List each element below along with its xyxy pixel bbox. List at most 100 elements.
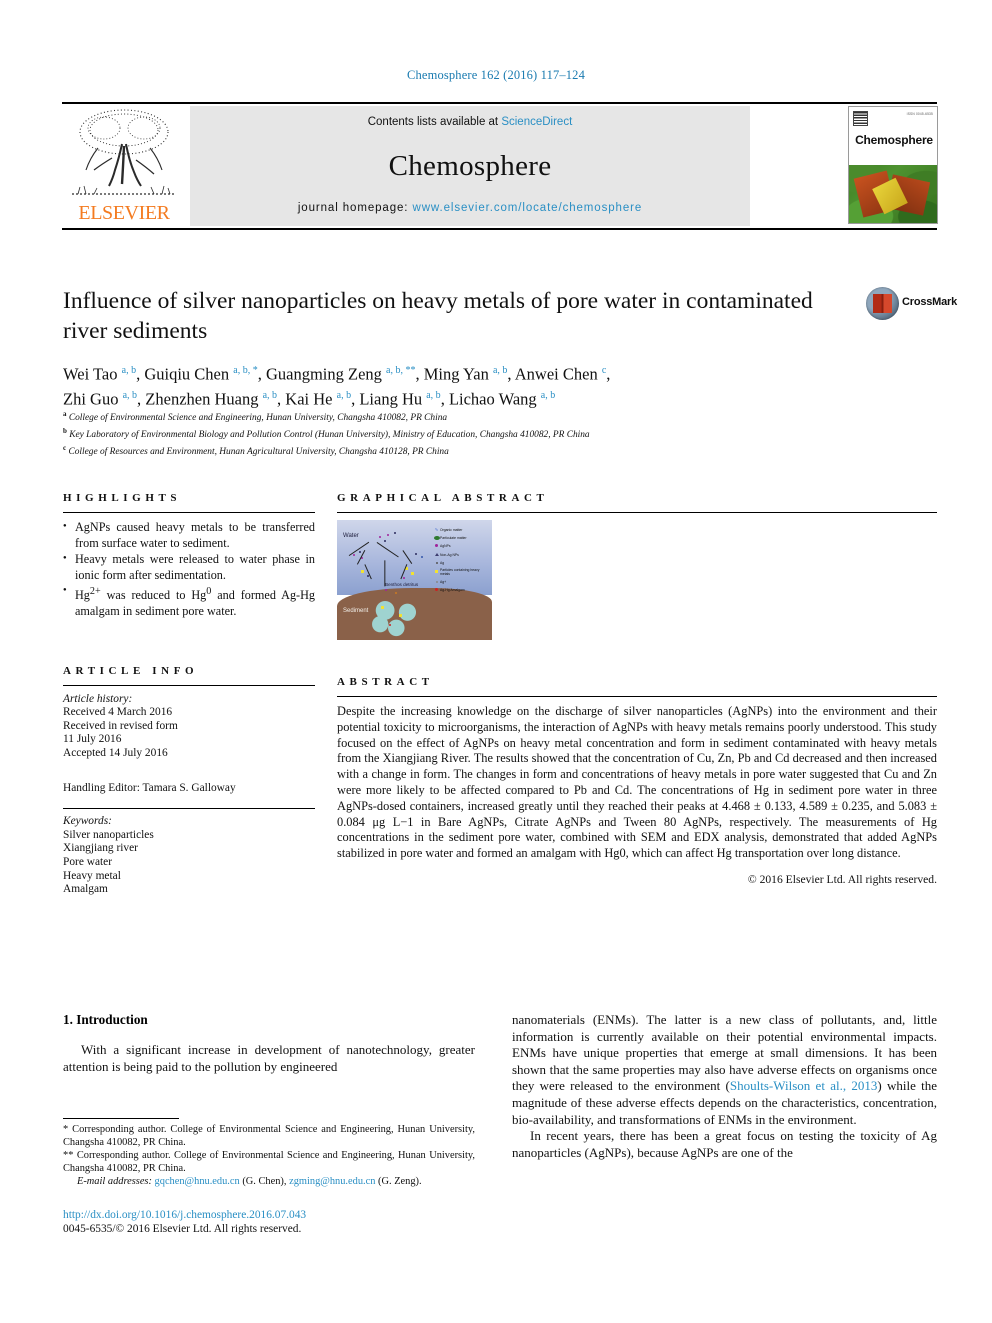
issn-copyright: 0045-6535/© 2016 Elsevier Ltd. All right… (63, 1223, 302, 1235)
affiliation-text-a: College of Environmental Science and Eng… (68, 413, 448, 424)
intro-paragraph-right-1: nanomaterials (ENMs). The latter is a ne… (512, 1012, 937, 1128)
handling-editor: Handling Editor: Tamara S. Galloway (63, 781, 236, 794)
journal-homepage-line: journal homepage: www.elsevier.com/locat… (190, 202, 750, 214)
hl3-pre: Hg (75, 588, 90, 603)
body-column-right: nanomaterials (ENMs). The latter is a ne… (512, 1012, 937, 1161)
article-history-revised-date: 11 July 2016 (63, 733, 122, 746)
footnote-corresponding-1: * Corresponding author. College of Envir… (63, 1124, 475, 1149)
keyword-item: Amalgam (63, 883, 108, 896)
intro-paragraph-left: With a significant increase in developme… (63, 1042, 475, 1074)
footnote-corresponding-2: ** Corresponding author. College of Envi… (63, 1150, 475, 1175)
footnote-block: * Corresponding author. College of Envir… (63, 1118, 475, 1190)
ga-legend-row: Ag (433, 559, 489, 567)
ga-legend: ∿ Organic matter Particulate matter AgNPs… (433, 526, 489, 592)
email-link-1[interactable]: gqchen@hnu.edu.cn (155, 1176, 240, 1187)
affiliation-list: a College of Environmental Science and E… (63, 408, 863, 459)
affiliation-text-b: Key Laboratory of Environmental Biology … (69, 430, 590, 441)
ga-label-water: Water (343, 533, 359, 539)
cover-journal-title: Chemosphere (855, 133, 933, 147)
homepage-url-link[interactable]: www.elsevier.com/locate/chemosphere (413, 202, 643, 214)
running-head: Chemosphere 162 (2016) 117–124 (407, 68, 585, 82)
footnote-text-2: Corresponding author. College of Environ… (63, 1150, 475, 1174)
crossmark-badge[interactable]: CrossMark (866, 287, 957, 321)
intro-paragraph-right-2: In recent years, there has been a great … (512, 1128, 937, 1160)
ga-arrow (384, 560, 386, 587)
article-info-heading: ARTICLE INFO (63, 664, 199, 677)
journal-cover-thumbnail: ISSN 0045-6535 Chemosphere (848, 106, 938, 224)
list-item: Heavy metals were released to water phas… (63, 551, 315, 583)
keyword-item: Silver nanoparticles (63, 828, 154, 841)
keywords-label: Keywords: (63, 815, 112, 828)
cover-photo (849, 165, 937, 223)
ga-legend-ag-icon (433, 561, 440, 565)
hl3-sup1: 2+ (89, 586, 101, 598)
title-block: Influence of silver nanoparticles on hea… (63, 286, 853, 409)
affiliation-marker-a: a (63, 410, 67, 418)
footnote-text-1: Corresponding author. College of Environ… (63, 1124, 475, 1148)
crossmark-label: CrossMark (902, 296, 958, 308)
ga-label-benthos: Benthos detritus (385, 582, 419, 587)
highlights-list: AgNPs caused heavy metals to be transfer… (63, 519, 315, 620)
cover-issn-text: ISSN 0045-6535 (906, 112, 933, 116)
abstract-heading: ABSTRACT (337, 676, 434, 688)
affiliation-text-c: College of Resources and Environment, Hu… (68, 447, 449, 458)
introduction-heading: 1. Introduction (63, 1012, 148, 1027)
cover-top-area: ISSN 0045-6535 Chemosphere (849, 107, 937, 165)
affiliation-a: a College of Environmental Science and E… (63, 408, 863, 425)
ga-legend-row: Particulate matter (433, 534, 489, 542)
homepage-prefix: journal homepage: (297, 202, 413, 214)
footnote-marker-1: * (63, 1124, 69, 1135)
divider (63, 808, 315, 810)
divider (63, 512, 315, 513)
elsevier-tree-icon (72, 109, 176, 195)
doi-link[interactable]: http://dx.doi.org/10.1016/j.chemosphere.… (63, 1208, 475, 1222)
graphical-abstract-figure: Water Sediment Benthos detritus ∿ Organi… (337, 520, 492, 640)
article-history-label: Article history: (63, 692, 133, 705)
affiliation-c: c College of Resources and Environment, … (63, 442, 863, 459)
masthead-band: Contents lists available at ScienceDirec… (190, 106, 750, 226)
contents-line: Contents lists available at ScienceDirec… (190, 116, 750, 128)
elsevier-logo: ELSEVIER (64, 106, 184, 226)
keyword-item: Pore water (63, 855, 113, 868)
author-list: Wei Tao a, b, Guiqiu Chen a, b, *, Guang… (63, 360, 853, 409)
author-line-2: Zhi Guo a, b, Zhenzhen Huang a, b, Kai H… (63, 389, 556, 408)
abstract-copyright: © 2016 Elsevier Ltd. All rights reserved… (747, 872, 937, 886)
email-label: E-mail addresses: (77, 1176, 152, 1188)
body-column-left: 1. Introduction With a significant incre… (63, 1012, 475, 1075)
email-name-1: (G. Chen), (242, 1176, 287, 1188)
divider (63, 684, 315, 686)
hl3-mid: was reduced to Hg (100, 588, 207, 603)
author-line-1: Wei Tao a, b, Guiqiu Chen a, b, *, Guang… (63, 364, 611, 384)
affiliation-marker-c: c (63, 444, 67, 453)
ga-legend-row: Ag+ (433, 578, 489, 586)
crossmark-circle-icon (866, 287, 899, 320)
ga-heavy-metal-particle (399, 614, 402, 617)
journal-article-first-page: Chemosphere 162 (2016) 117–124 ELSEVIER … (0, 0, 992, 1323)
article-history-received: Received 4 March 2016 (63, 706, 173, 719)
footnote-marker-2: ** (63, 1150, 74, 1162)
ga-legend-amalgam-icon (433, 588, 440, 592)
ga-legend-agnp-icon (433, 544, 440, 548)
affiliation-marker-b: b (63, 427, 67, 436)
divider (337, 696, 937, 697)
keyword-item: Heavy metal (63, 869, 121, 882)
highlights-heading: HIGHLIGHTS (63, 492, 182, 504)
cover-barcode-icon (853, 111, 868, 126)
graphical-abstract-heading: GRAPHICAL ABSTRACT (337, 492, 549, 504)
sciencedirect-link[interactable]: ScienceDirect (501, 116, 572, 128)
ga-legend-row: AgNPs (433, 542, 489, 550)
ga-heavy-metal-particle (381, 606, 384, 609)
article-history-accepted: Accepted 14 July 2016 (63, 747, 168, 759)
ga-heavy-metal-particle (411, 572, 414, 575)
elsevier-wordmark: ELSEVIER (78, 202, 170, 224)
ga-legend-row: Ag-Hg Amalgam (433, 586, 489, 594)
list-item: AgNPs caused heavy metals to be transfer… (63, 519, 315, 551)
crossmark-book-icon (873, 294, 892, 313)
ga-legend-row: ∿ Organic matter (434, 527, 463, 534)
email-link-2[interactable]: zgming@hnu.edu.cn (289, 1176, 375, 1187)
doi-block: http://dx.doi.org/10.1016/j.chemosphere.… (63, 1208, 475, 1236)
divider (337, 512, 937, 513)
citation-link[interactable]: Shoults-Wilson et al., 2013 (730, 1078, 877, 1093)
footnote-emails: E-mail addresses: gqchen@hnu.edu.cn (G. … (63, 1176, 475, 1189)
journal-title: Chemosphere (388, 150, 552, 182)
